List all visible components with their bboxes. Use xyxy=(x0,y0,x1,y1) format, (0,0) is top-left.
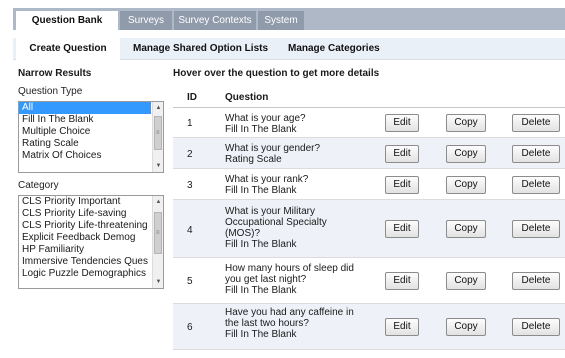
question-type-listbox[interactable]: All Fill In The Blank Multiple Choice Ra… xyxy=(18,101,164,173)
category-option[interactable]: Immersive Tendencies Ques xyxy=(19,256,151,268)
tab-surveys[interactable]: Surveys xyxy=(120,11,172,30)
question-column-header: Question xyxy=(225,92,269,103)
question-cell: What is your Military Occupational Speci… xyxy=(225,206,345,250)
table-row[interactable]: 6 Have you had any caffeine in the last … xyxy=(173,304,565,350)
question-id: 5 xyxy=(187,276,193,287)
scroll-down-icon[interactable]: ▼ xyxy=(153,161,163,171)
grip-icon: ≡ xyxy=(156,130,160,136)
question-type-option[interactable]: Rating Scale xyxy=(19,138,151,150)
question-id: 2 xyxy=(187,149,193,160)
category-listbox[interactable]: CLS Priority Important CLS Priority Life… xyxy=(18,195,164,289)
scroll-thumb[interactable]: ≡ xyxy=(154,116,162,150)
question-type: Rating Scale xyxy=(225,154,282,165)
scroll-up-icon[interactable]: ▲ xyxy=(153,197,163,207)
question-id: 6 xyxy=(187,322,193,333)
category-option[interactable]: Explicit Feedback Demog xyxy=(19,232,151,244)
question-text: How many hours of sleep did you get last… xyxy=(225,263,354,285)
delete-button[interactable]: Delete xyxy=(512,272,560,290)
category-scrollbar[interactable]: ▲ ≡ ▼ xyxy=(152,196,163,288)
category-option[interactable]: Logic Puzzle Demographics xyxy=(19,268,151,280)
copy-button[interactable]: Copy xyxy=(446,176,486,194)
question-text: What is your gender? xyxy=(225,143,321,154)
grip-icon: ≡ xyxy=(156,230,160,236)
question-text: Have you had any caffeine in the last tw… xyxy=(225,307,354,329)
narrow-results-title: Narrow Results xyxy=(18,68,92,79)
top-tab-bar: Question Bank Surveys Survey Contexts Sy… xyxy=(13,8,565,30)
question-cell: What is your gender? Rating Scale xyxy=(225,143,375,165)
question-cell: Have you had any caffeine in the last tw… xyxy=(225,307,365,340)
delete-button[interactable]: Delete xyxy=(512,318,560,336)
question-table: ID Question 1 What is your age? Fill In … xyxy=(173,86,565,350)
question-id: 4 xyxy=(187,225,193,236)
edit-button[interactable]: Edit xyxy=(385,176,419,194)
question-type: Fill In The Blank xyxy=(225,239,297,250)
question-type: Fill In The Blank xyxy=(225,285,297,296)
sub-nav: Create Question Manage Shared Option Lis… xyxy=(13,38,565,60)
question-type: Fill In The Blank xyxy=(225,185,297,196)
question-type-option[interactable]: Matrix Of Choices xyxy=(19,150,151,162)
question-id: 1 xyxy=(187,118,193,129)
table-row[interactable]: 1 What is your age? Fill In The Blank Ed… xyxy=(173,108,565,138)
question-type-option[interactable]: Multiple Choice xyxy=(19,126,151,138)
copy-button[interactable]: Copy xyxy=(446,220,486,238)
hover-hint: Hover over the question to get more deta… xyxy=(173,68,380,79)
copy-button[interactable]: Copy xyxy=(446,114,486,132)
id-column-header: ID xyxy=(187,92,197,103)
question-cell: How many hours of sleep did you get last… xyxy=(225,263,365,296)
tab-survey-contexts[interactable]: Survey Contexts xyxy=(174,11,256,30)
question-text: What is your Military Occupational Speci… xyxy=(225,206,327,239)
category-option[interactable]: CLS Priority Life-saving xyxy=(19,208,151,220)
copy-button[interactable]: Copy xyxy=(446,318,486,336)
category-option[interactable]: HP Familiarity xyxy=(19,244,151,256)
question-text: What is your rank? xyxy=(225,174,309,185)
tab-system[interactable]: System xyxy=(258,11,304,30)
category-option[interactable]: CLS Priority Life-threatening xyxy=(19,220,151,232)
question-type-label: Question Type xyxy=(18,86,83,97)
edit-button[interactable]: Edit xyxy=(385,318,419,336)
delete-button[interactable]: Delete xyxy=(512,114,560,132)
question-type-option[interactable]: Fill In The Blank xyxy=(19,114,151,126)
question-type-option[interactable]: All xyxy=(19,102,151,114)
create-question-link[interactable]: Create Question xyxy=(16,38,120,60)
copy-button[interactable]: Copy xyxy=(446,145,486,163)
question-type: Fill In The Blank xyxy=(225,329,297,340)
scroll-down-icon[interactable]: ▼ xyxy=(153,277,163,287)
table-row[interactable]: 5 How many hours of sleep did you get la… xyxy=(173,258,565,304)
manage-categories-link[interactable]: Manage Categories xyxy=(288,38,380,60)
table-row[interactable]: 3 What is your rank? Fill In The Blank E… xyxy=(173,169,565,200)
delete-button[interactable]: Delete xyxy=(512,220,560,238)
tab-question-bank[interactable]: Question Bank xyxy=(16,11,118,30)
edit-button[interactable]: Edit xyxy=(385,145,419,163)
table-row[interactable]: 2 What is your gender? Rating Scale Edit… xyxy=(173,138,565,169)
question-type-scrollbar[interactable]: ▲ ≡ ▼ xyxy=(152,102,163,172)
table-row[interactable]: 4 What is your Military Occupational Spe… xyxy=(173,200,565,258)
question-type: Fill In The Blank xyxy=(225,124,297,135)
delete-button[interactable]: Delete xyxy=(512,145,560,163)
edit-button[interactable]: Edit xyxy=(385,272,419,290)
question-id: 3 xyxy=(187,180,193,191)
edit-button[interactable]: Edit xyxy=(385,220,419,238)
category-option[interactable]: CLS Priority Important xyxy=(19,196,151,208)
question-text: What is your age? xyxy=(225,113,306,124)
edit-button[interactable]: Edit xyxy=(385,114,419,132)
scroll-up-icon[interactable]: ▲ xyxy=(153,103,163,113)
copy-button[interactable]: Copy xyxy=(446,272,486,290)
question-cell: What is your rank? Fill In The Blank xyxy=(225,174,375,196)
manage-shared-option-lists-link[interactable]: Manage Shared Option Lists xyxy=(133,38,268,60)
category-label: Category xyxy=(18,180,59,191)
scroll-thumb[interactable]: ≡ xyxy=(154,212,162,254)
delete-button[interactable]: Delete xyxy=(512,176,560,194)
question-cell: What is your age? Fill In The Blank xyxy=(225,113,375,135)
table-header: ID Question xyxy=(173,86,565,108)
